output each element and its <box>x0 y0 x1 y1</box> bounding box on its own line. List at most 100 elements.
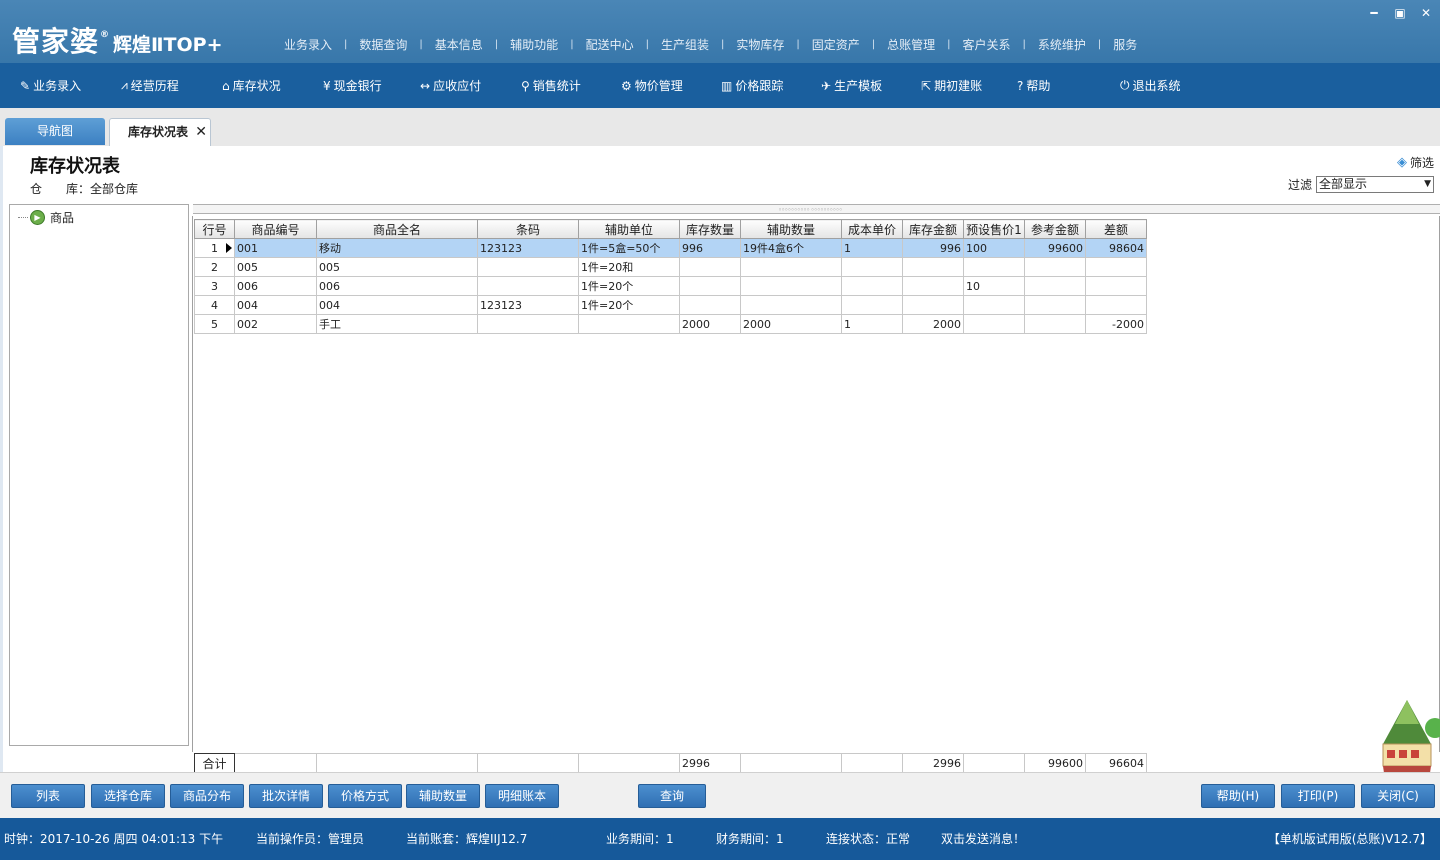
chevron-down-icon[interactable]: ▼ <box>1424 177 1431 192</box>
toolbar-button[interactable]: ⇱ 期初建账 <box>921 77 982 94</box>
top-menu-item[interactable]: 客户关系 <box>955 36 1019 53</box>
table-cell[interactable] <box>679 295 741 315</box>
table-cell[interactable] <box>1024 257 1086 277</box>
table-cell[interactable] <box>841 276 903 296</box>
table-cell[interactable]: 1 <box>841 238 903 258</box>
filter-button[interactable]: ◈ 筛选 <box>1397 154 1434 171</box>
table-cell[interactable] <box>841 257 903 277</box>
help-button[interactable]: 帮助(H) <box>1201 784 1275 808</box>
column-header[interactable]: 商品全名 <box>316 219 478 239</box>
action-button[interactable]: 明细账本 <box>485 784 559 808</box>
table-cell[interactable]: 996 <box>902 238 964 258</box>
table-cell[interactable]: 1件=5盒=50个 <box>578 238 680 258</box>
top-menu-item[interactable]: 生产组装 <box>653 36 717 53</box>
query-button[interactable]: 查询 <box>638 784 706 808</box>
table-cell[interactable] <box>841 295 903 315</box>
action-button[interactable]: 选择仓库 <box>91 784 165 808</box>
action-button[interactable]: 列表 <box>11 784 85 808</box>
row-number[interactable]: 4 <box>194 295 235 315</box>
action-button[interactable]: 辅助数量 <box>406 784 480 808</box>
row-number[interactable]: 5 <box>194 314 235 334</box>
table-cell[interactable]: -2000 <box>1085 314 1147 334</box>
tab-inventory-status[interactable]: 库存状况表 ✕ <box>109 118 211 146</box>
table-cell[interactable] <box>1024 314 1086 334</box>
top-menu-item[interactable]: 业务录入 <box>276 36 340 53</box>
row-number[interactable]: 1 <box>194 238 235 258</box>
top-menu-item[interactable]: 总账管理 <box>879 36 943 53</box>
table-row[interactable]: 3 006 006 1件=20个 10 <box>194 276 1147 296</box>
table-cell[interactable]: 005 <box>316 257 478 277</box>
table-cell[interactable] <box>1024 276 1086 296</box>
column-header[interactable]: 库存数量 <box>679 219 741 239</box>
table-cell[interactable]: 98604 <box>1085 238 1147 258</box>
table-cell[interactable]: 1件=20和 <box>578 257 680 277</box>
table-cell[interactable]: 001 <box>234 238 317 258</box>
table-row[interactable]: 1 001 移动 123123 1件=5盒=50个 996 19件4盒6个 1 996 100 99… <box>194 238 1147 258</box>
row-number[interactable]: 3 <box>194 276 235 296</box>
toolbar-button[interactable]: ✈ 生产模板 <box>821 77 882 94</box>
top-menu-item[interactable]: 固定资产 <box>804 36 868 53</box>
table-cell[interactable]: 123123 <box>477 295 579 315</box>
table-cell[interactable]: 2000 <box>679 314 741 334</box>
table-cell[interactable] <box>740 295 842 315</box>
table-cell[interactable]: 005 <box>234 257 317 277</box>
table-cell[interactable] <box>902 257 964 277</box>
table-cell[interactable] <box>963 314 1025 334</box>
top-menu-item[interactable]: 数据查询 <box>351 36 415 53</box>
table-cell[interactable]: 1件=20个 <box>578 295 680 315</box>
table-cell[interactable] <box>963 257 1025 277</box>
toolbar-button[interactable]: ⏻ 退出系统 <box>1120 77 1181 94</box>
tab-navigation[interactable]: 导航图 <box>5 118 105 145</box>
table-cell[interactable]: 100 <box>963 238 1025 258</box>
table-cell[interactable]: 移动 <box>316 238 478 258</box>
tab-close-icon[interactable]: ✕ <box>195 119 207 145</box>
toolbar-button[interactable]: ? 帮助 <box>1017 77 1050 94</box>
action-button[interactable]: 价格方式 <box>328 784 402 808</box>
table-cell[interactable]: 1件=20个 <box>578 276 680 296</box>
row-number[interactable]: 2 <box>194 257 235 277</box>
toolbar-button[interactable]: ⩘ 经营历程 <box>121 77 179 94</box>
table-cell[interactable] <box>963 295 1025 315</box>
print-button[interactable]: 打印(P) <box>1281 784 1355 808</box>
toolbar-button[interactable]: ⚲ 销售统计 <box>521 77 581 94</box>
column-header[interactable]: 行号 <box>194 219 235 239</box>
table-cell[interactable] <box>679 276 741 296</box>
table-row[interactable]: 5 002 手工 2000 2000 1 2000 -2000 <box>194 314 1147 334</box>
table-cell[interactable] <box>1085 276 1147 296</box>
table-cell[interactable]: 004 <box>234 295 317 315</box>
top-menu-item[interactable]: 服务 <box>1105 36 1145 53</box>
tree-node-root[interactable]: ▶ 商品 <box>18 209 74 226</box>
splitter[interactable]: ◦◦◦◦◦◦◦◦◦◦ ◦◦◦◦◦◦◦◦◦◦ <box>193 204 1440 214</box>
table-cell[interactable] <box>1085 257 1147 277</box>
table-cell[interactable]: 2000 <box>902 314 964 334</box>
toolbar-button[interactable]: ⚙ 物价管理 <box>621 77 683 94</box>
column-header[interactable]: 预设售价1 <box>963 219 1025 239</box>
table-cell[interactable]: 99600 <box>1024 238 1086 258</box>
column-header[interactable]: 成本单价 <box>841 219 903 239</box>
toolbar-button[interactable]: ¥ 现金银行 <box>323 77 382 94</box>
column-header[interactable]: 辅助单位 <box>578 219 680 239</box>
table-cell[interactable] <box>477 276 579 296</box>
table-cell[interactable] <box>1085 295 1147 315</box>
column-header[interactable]: 条码 <box>477 219 579 239</box>
column-header[interactable]: 辅助数量 <box>740 219 842 239</box>
table-cell[interactable]: 002 <box>234 314 317 334</box>
toolbar-button[interactable]: ✎ 业务录入 <box>20 77 81 94</box>
table-cell[interactable] <box>679 257 741 277</box>
table-row[interactable]: 2 005 005 1件=20和 <box>194 257 1147 277</box>
action-button[interactable]: 批次详情 <box>249 784 323 808</box>
table-cell[interactable] <box>1024 295 1086 315</box>
column-header[interactable]: 商品编号 <box>234 219 317 239</box>
table-cell[interactable]: 1 <box>841 314 903 334</box>
table-cell[interactable]: 006 <box>234 276 317 296</box>
toolbar-button[interactable]: ⌂ 库存状况 <box>222 77 281 94</box>
maximize-icon[interactable]: ▣ <box>1394 6 1406 20</box>
table-cell[interactable]: 006 <box>316 276 478 296</box>
minimize-icon[interactable]: ━ <box>1368 6 1380 20</box>
table-cell[interactable]: 123123 <box>477 238 579 258</box>
top-menu-item[interactable]: 实物库存 <box>728 36 792 53</box>
top-menu-item[interactable]: 配送中心 <box>578 36 642 53</box>
table-cell[interactable]: 10 <box>963 276 1025 296</box>
table-cell[interactable] <box>477 257 579 277</box>
action-button[interactable]: 商品分布 <box>170 784 244 808</box>
